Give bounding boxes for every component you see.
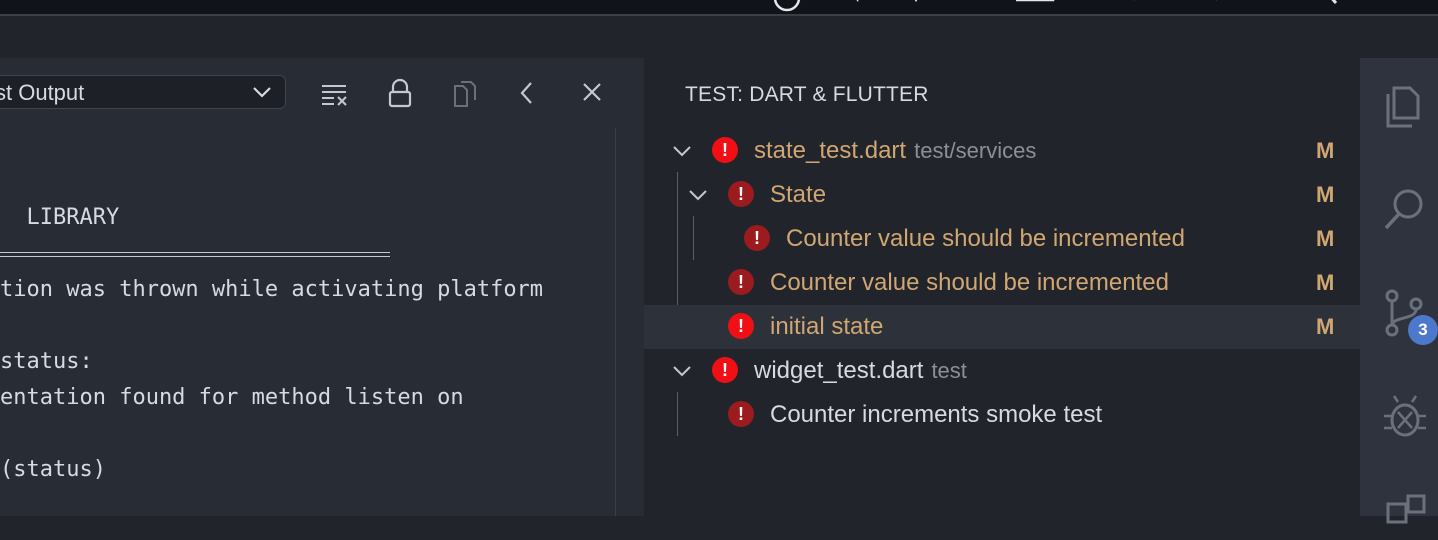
menu-extra-icon-2 xyxy=(1216,0,1218,1)
error-icon: ! xyxy=(728,313,754,339)
modified-badge: M xyxy=(1316,314,1335,339)
test-case-label: Counter increments smoke test xyxy=(770,401,1103,428)
test-case-row-selected[interactable]: ! initial state M xyxy=(644,305,1360,349)
test-file-name: state_test.dart xyxy=(754,137,907,164)
title-strip xyxy=(0,16,1438,58)
error-icon: ! xyxy=(728,401,754,427)
open-in-editor-button[interactable] xyxy=(447,78,481,108)
test-case-label: Counter value should be incremented xyxy=(786,225,1185,252)
test-case-label: Counter value should be incremented xyxy=(770,269,1169,296)
clear-all-icon xyxy=(322,85,347,106)
test-file-name: widget_test.dart xyxy=(754,357,924,384)
lock-icon xyxy=(388,78,412,108)
spotlight-icon[interactable] xyxy=(1322,0,1344,6)
error-icon: ! xyxy=(712,357,738,383)
debug-icon[interactable] xyxy=(1380,392,1430,442)
test-case-row[interactable]: ! Counter value should be incremented M xyxy=(644,261,1360,305)
chevron-down-icon xyxy=(253,87,271,98)
error-icon: ! xyxy=(712,137,738,163)
cursor-icon xyxy=(856,0,859,2)
close-icon xyxy=(583,83,601,101)
modified-badge: M xyxy=(1316,182,1335,207)
clear-output-button[interactable] xyxy=(318,78,352,108)
modified-badge: M xyxy=(1316,270,1335,295)
output-panel: st Output LIBRARY tion was thrown while … xyxy=(0,58,644,516)
test-file-path: test xyxy=(931,358,967,383)
log-line: status: xyxy=(0,349,93,374)
menu-extra-icon xyxy=(1134,0,1136,1)
test-explorer: TEST: DART & FLUTTER ! state_test.dartte… xyxy=(644,58,1360,516)
test-case-row[interactable]: ! Counter increments smoke test xyxy=(644,393,1360,437)
source-control-badge: 3 xyxy=(1408,315,1438,345)
log-line: (status) xyxy=(0,457,106,482)
log-line: LIBRARY xyxy=(0,205,120,230)
explorer-icon[interactable] xyxy=(1380,80,1430,130)
chevron-down-icon[interactable] xyxy=(670,359,694,383)
wifi-icon xyxy=(914,0,918,2)
activity-bar xyxy=(1360,58,1438,524)
lock-scroll-button[interactable] xyxy=(383,78,417,108)
error-icon: ! xyxy=(728,269,754,295)
output-log[interactable]: LIBRARY tion was thrown while activating… xyxy=(0,128,614,516)
system-menu-bar xyxy=(0,0,1438,14)
output-toolbar: st Output xyxy=(0,58,644,128)
test-explorer-title: TEST: DART & FLUTTER xyxy=(685,83,929,106)
close-panel-button[interactable] xyxy=(575,78,609,108)
test-file-row[interactable]: ! state_test.dart test/services M xyxy=(644,129,1360,173)
test-group-label: State xyxy=(770,181,827,208)
chevron-down-icon[interactable] xyxy=(686,183,710,207)
output-scrollbar-track[interactable] xyxy=(615,128,616,516)
clock-icon xyxy=(773,0,801,12)
test-file-path: test/services xyxy=(914,138,1037,163)
error-icon: ! xyxy=(744,225,770,251)
output-channel-value: st Output xyxy=(0,80,85,105)
copy-file-icon xyxy=(454,81,476,107)
collapse-panel-button[interactable] xyxy=(511,78,545,108)
test-case-label: initial state xyxy=(770,313,884,340)
test-group-row[interactable]: ! State M xyxy=(644,173,1360,217)
modified-badge: M xyxy=(1316,138,1335,163)
output-channel-select[interactable]: st Output xyxy=(0,75,286,109)
battery-icon xyxy=(1016,0,1055,2)
error-icon: ! xyxy=(728,181,754,207)
log-line: tion was thrown while activating platfor… xyxy=(0,277,544,302)
chevron-down-icon[interactable] xyxy=(670,139,694,163)
log-separator xyxy=(0,252,390,257)
log-line: entation found for method listen on xyxy=(0,385,464,410)
extensions-icon[interactable] xyxy=(1380,490,1430,540)
test-case-row[interactable]: ! Counter value should be incremented M xyxy=(644,217,1360,261)
search-icon[interactable] xyxy=(1380,184,1430,234)
test-file-label: widget_test.dart test xyxy=(754,357,967,385)
test-file-row[interactable]: ! widget_test.dart test xyxy=(644,349,1360,393)
test-file-label: state_test.dart test/services xyxy=(754,137,1036,165)
chevron-left-icon xyxy=(520,82,532,104)
modified-badge: M xyxy=(1316,226,1335,251)
